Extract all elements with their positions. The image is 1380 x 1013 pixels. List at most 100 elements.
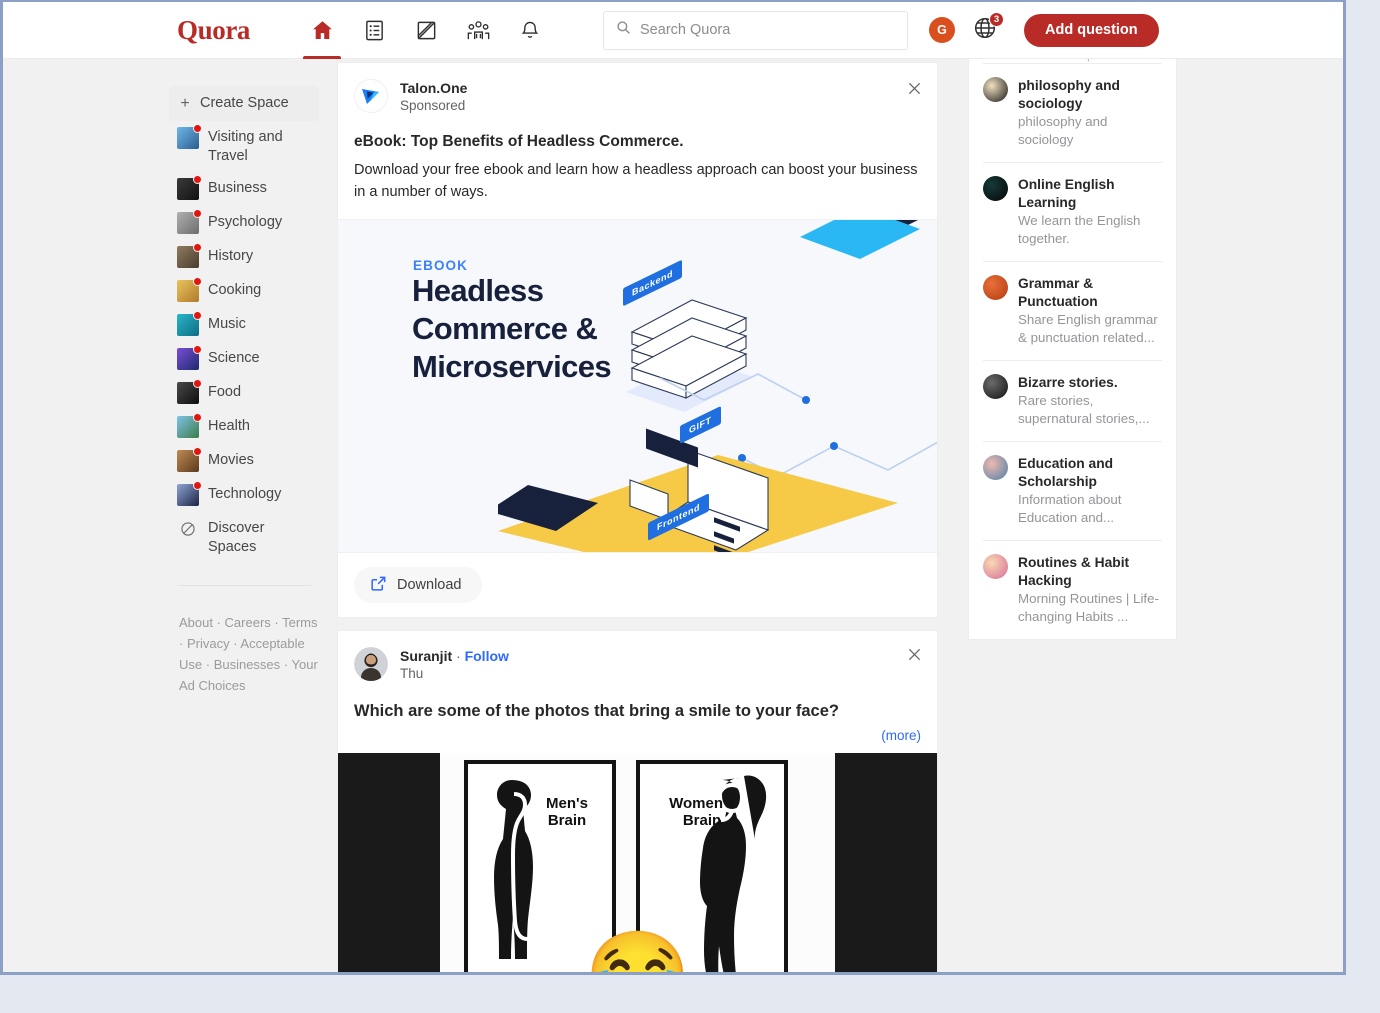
ad-identity: Talon.One Sponsored	[400, 79, 467, 115]
discover-spaces-item[interactable]: Discover Spaces	[169, 512, 319, 563]
sidebar-space-item[interactable]: Cooking	[169, 274, 319, 308]
create-space-button[interactable]: + Create Space	[169, 86, 319, 121]
sidebar-space-label: Psychology	[208, 214, 283, 230]
author-avatar[interactable]	[354, 647, 388, 681]
download-button[interactable]: Download	[354, 567, 482, 603]
recommended-space-item[interactable]: Grammar & Punctuation Share English gramm…	[983, 261, 1162, 360]
space-thumbnail-icon	[177, 447, 202, 472]
recommended-space-item[interactable]: Education and Scholarship Information abo…	[983, 441, 1162, 540]
ad-footer: Download	[338, 552, 937, 617]
notification-dot	[193, 124, 202, 133]
post-separator: ·	[456, 648, 461, 664]
sidebar-space-item[interactable]: Food	[169, 376, 319, 410]
sidebar-space-item[interactable]: Science	[169, 342, 319, 376]
language-badge-count: 3	[989, 12, 1005, 27]
sidebar-space-label: Movies	[208, 452, 254, 468]
browser-window-frame: Quora Search Quora G 3 Add question + Cr…	[0, 0, 1346, 975]
recommended-space-item[interactable]: Bizarre stories. Rare stories, supernatur…	[983, 360, 1162, 441]
nav-spaces-button[interactable]	[452, 2, 504, 59]
space-thumbnail-icon	[983, 77, 1008, 102]
post-author-name[interactable]: Suranjit	[400, 648, 452, 664]
download-button-label: Download	[397, 577, 462, 593]
ad-header: Talon.One Sponsored	[338, 63, 937, 115]
sidebar-space-label: History	[208, 248, 254, 264]
sidebar-space-item[interactable]: Visiting and Travel	[169, 121, 319, 172]
footer-link[interactable]: About	[179, 615, 213, 630]
nav-home-button[interactable]	[296, 2, 348, 59]
footer-link[interactable]: Careers	[225, 615, 271, 630]
recommended-space-item[interactable]: philosophy and sociology philosophy and s…	[983, 63, 1162, 162]
sidebar-space-label: Visiting and Travel	[208, 129, 283, 164]
notification-dot	[193, 175, 202, 184]
sponsored-label: Sponsored	[400, 98, 466, 113]
space-thumbnail-icon	[177, 413, 202, 438]
post-author-line: Suranjit · Follow	[400, 647, 509, 665]
recommended-space-text: philosophy and sociology philosophy and s…	[1018, 77, 1162, 149]
recommended-space-title: Education and Scholarship	[1018, 456, 1114, 489]
ad-creative-eyebrow: EBOOK	[413, 258, 469, 273]
womens-brain-label: Women's Brain	[669, 795, 735, 829]
notification-dot	[193, 481, 202, 490]
sidebar-space-label: Technology	[208, 486, 282, 502]
nav-notifications-button[interactable]	[504, 2, 556, 59]
sidebar-space-item[interactable]: History	[169, 240, 319, 274]
recommended-space-description: Share English grammar & punctuation rela…	[1018, 312, 1158, 345]
plus-icon: +	[180, 94, 190, 112]
footer-link-separator: ·	[202, 657, 214, 672]
language-globe-button[interactable]: 3	[972, 12, 1005, 45]
sidebar-space-item[interactable]: Music	[169, 308, 319, 342]
sidebar-space-item[interactable]: Technology	[169, 478, 319, 512]
footer-link[interactable]: Businesses	[214, 657, 280, 672]
search-bar[interactable]	[603, 10, 909, 50]
recommended-space-item[interactable]: Routines & Habit Hacking Morning Routines…	[983, 540, 1162, 639]
space-thumbnail-icon	[983, 455, 1008, 480]
nav-write-button[interactable]	[400, 2, 452, 59]
page-viewport: Quora Search Quora G 3 Add question + Cr…	[3, 2, 1343, 972]
laughing-emoji: 😂	[584, 933, 691, 972]
footer-link-separator: ·	[212, 615, 225, 630]
search-input[interactable]	[640, 22, 896, 38]
right-sidebar-spaces: ranked Scholarships for... philosophy an…	[968, 32, 1177, 640]
ad-creative-image[interactable]: Backend API	[338, 219, 937, 552]
advertiser-name: Talon.One	[400, 80, 468, 96]
create-space-label: Create Space	[200, 95, 289, 111]
quora-logo[interactable]: Quora	[177, 15, 250, 46]
footer-links: About · Careers · Terms · Privacy · Acce…	[179, 612, 319, 696]
notification-dot	[193, 311, 202, 320]
footer-link[interactable]: Terms	[282, 615, 317, 630]
sidebar-space-item[interactable]: Health	[169, 410, 319, 444]
post-header: Suranjit · Follow Thu	[338, 631, 937, 683]
sidebar-space-item[interactable]: Business	[169, 172, 319, 206]
add-question-button[interactable]: Add question	[1024, 13, 1159, 47]
recommended-space-text: Education and Scholarship Information abo…	[1018, 455, 1162, 527]
footer-link-separator: ·	[270, 615, 283, 630]
space-thumbnail-icon	[983, 554, 1008, 579]
recommended-space-title: Grammar & Punctuation	[1018, 276, 1098, 309]
recommended-space-item[interactable]: Online English Learning We learn the Engl…	[983, 162, 1162, 261]
footer-link[interactable]: Privacy	[187, 636, 230, 651]
space-thumbnail-icon	[177, 379, 202, 404]
post-close-button[interactable]	[903, 643, 925, 665]
search-icon	[616, 20, 631, 40]
meme-letterbox-left	[338, 753, 440, 972]
nav-answer-button[interactable]	[348, 2, 400, 59]
post-image[interactable]: Men's Brain Women's Brain	[338, 753, 937, 972]
talon-one-logo-icon	[354, 79, 388, 113]
space-thumbnail-icon	[983, 275, 1008, 300]
feed-column: Talon.One Sponsored eBook: Top Benefits …	[337, 62, 938, 972]
sidebar-space-item[interactable]: Movies	[169, 444, 319, 478]
globe-icon	[972, 17, 998, 45]
follow-button[interactable]: Follow	[465, 648, 509, 664]
recommended-space-title: Bizarre stories.	[1018, 375, 1118, 390]
recommended-space-description: Morning Routines | Life-changing Habits …	[1018, 591, 1159, 624]
left-sidebar: + Create Space Visiting and Travel Busine…	[169, 86, 319, 696]
more-link[interactable]: (more)	[338, 722, 937, 753]
ad-close-button[interactable]	[903, 77, 925, 99]
post-question-title[interactable]: Which are some of the photos that bring …	[338, 683, 937, 722]
mens-brain-label: Men's Brain	[546, 795, 588, 829]
ad-body: Download your free ebook and learn how a…	[354, 162, 918, 200]
user-avatar[interactable]: G	[929, 17, 956, 43]
notification-dot	[193, 277, 202, 286]
sidebar-space-item[interactable]: Psychology	[169, 206, 319, 240]
sidebar-space-label: Cooking	[208, 282, 262, 298]
